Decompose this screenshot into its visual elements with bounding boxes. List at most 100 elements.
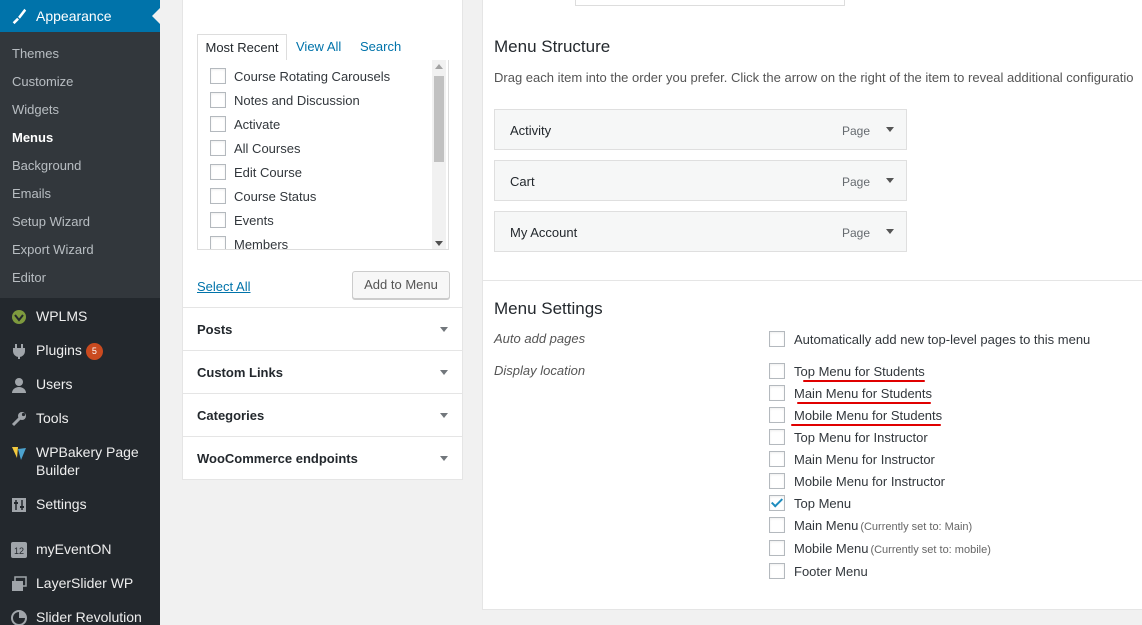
submenu-item-editor[interactable]: Editor [12, 270, 46, 285]
wplms-icon [12, 310, 26, 324]
svg-text:12: 12 [14, 546, 24, 556]
sidebar-item-label: Plugins 5 [36, 341, 103, 360]
submenu-item-setup-wizard[interactable]: Setup Wizard [12, 214, 90, 229]
option-label: Top Menu for Instructor [794, 430, 928, 445]
sidebar-item-label: LayerSlider WP [36, 575, 134, 591]
checkbox[interactable] [210, 212, 226, 228]
menu-settings-heading: Menu Settings [494, 299, 603, 318]
list-item[interactable]: Members [210, 236, 289, 250]
checkbox[interactable] [769, 407, 785, 423]
submenu-item-themes[interactable]: Themes [12, 46, 59, 61]
list-item-label: Members [234, 237, 289, 250]
checkbox[interactable] [769, 385, 785, 401]
tab-search[interactable]: Search [360, 34, 401, 62]
accordion-title: Posts [197, 322, 233, 337]
location-option[interactable]: Top Menu [769, 495, 851, 515]
list-item[interactable]: Course Status [210, 188, 316, 208]
add-to-menu-button[interactable]: Add to Menu [352, 271, 450, 299]
list-item-label: Course Status [234, 189, 317, 204]
menu-name-input[interactable] [575, 0, 845, 6]
accordion-woocommerce-endpoints[interactable]: WooCommerce endpoints [182, 437, 463, 480]
checkbox[interactable] [769, 429, 785, 445]
checkbox[interactable] [769, 540, 785, 556]
select-all-link[interactable]: Select All [197, 279, 250, 294]
location-note: (Currently set to: Main) [860, 521, 973, 533]
scroll-up-icon[interactable] [435, 64, 443, 69]
checkbox[interactable] [769, 363, 785, 379]
users-icon [12, 378, 26, 393]
menu-item-activity[interactable]: Activity Page [494, 109, 907, 150]
scrollbar[interactable] [432, 60, 446, 249]
menu-item-type: Page [841, 124, 870, 138]
checkbox[interactable] [769, 451, 785, 467]
checkbox[interactable] [769, 473, 785, 489]
expand-arrow-icon[interactable] [886, 127, 894, 132]
list-item[interactable]: Activate [210, 116, 280, 136]
checkbox[interactable] [210, 68, 226, 84]
chevron-down-icon [440, 413, 448, 418]
menu-structure-heading: Menu Structure [494, 37, 611, 56]
location-option[interactable]: Main Menu (Currently set to: Main) [769, 517, 972, 537]
admin-sidebar: Appearance Themes Customize Widgets Menu… [0, 0, 160, 625]
list-item[interactable]: Edit Course [210, 164, 302, 184]
expand-arrow-icon[interactable] [886, 229, 894, 234]
calendar-icon: 12 [11, 542, 27, 558]
accordion-posts[interactable]: Posts [182, 308, 463, 351]
sidebar-item-appearance[interactable]: Appearance [0, 0, 160, 32]
accordion-custom-links[interactable]: Custom Links [182, 351, 463, 394]
submenu-item-emails[interactable]: Emails [12, 186, 51, 201]
tools-icon [11, 412, 26, 427]
menu-item-cart[interactable]: Cart Page [494, 160, 907, 201]
checkbox[interactable] [769, 563, 785, 579]
annotation-underline [797, 402, 931, 404]
list-item-label: Activate [234, 117, 281, 132]
submenu-item-export-wizard[interactable]: Export Wizard [12, 242, 94, 257]
list-item[interactable]: Notes and Discussion [210, 92, 360, 112]
location-option[interactable]: Mobile Menu for Instructor [769, 473, 945, 493]
annotation-underline [791, 424, 941, 426]
list-item[interactable]: Events [210, 212, 274, 232]
checkbox[interactable] [210, 92, 226, 108]
list-item-label: Edit Course [234, 165, 302, 180]
checkbox[interactable] [210, 116, 226, 132]
scroll-thumb[interactable] [434, 76, 444, 162]
location-option[interactable]: Mobile Menu (Currently set to: mobile) [769, 540, 991, 560]
accordion-categories[interactable]: Categories [182, 394, 463, 437]
menu-item-title: Cart [510, 174, 535, 189]
menu-item-my-account[interactable]: My Account Page [494, 211, 907, 252]
location-option[interactable]: Footer Menu [769, 563, 868, 583]
option-label: Mobile Menu for Students [794, 408, 943, 423]
chevron-down-icon [440, 370, 448, 375]
checkbox[interactable] [210, 164, 226, 180]
tab-view-all[interactable]: View All [296, 34, 341, 62]
layerslider-icon [12, 576, 27, 591]
tab-most-recent[interactable]: Most Recent [197, 34, 287, 62]
option-label: Automatically add new top-level pages to… [794, 332, 1091, 347]
auto-add-pages-option[interactable]: Automatically add new top-level pages to… [769, 331, 1090, 351]
submenu-item-customize[interactable]: Customize [12, 74, 73, 89]
checkbox-checked[interactable] [769, 495, 785, 511]
option-label: Top Menu [794, 496, 852, 511]
accordion-title: Categories [197, 408, 265, 423]
location-option[interactable]: Top Menu for Instructor [769, 429, 928, 449]
pages-checklist: Course Rotating Carousels Notes and Disc… [197, 60, 449, 250]
expand-arrow-icon[interactable] [886, 178, 894, 183]
menu-item-type: Page [841, 175, 870, 189]
location-note: (Currently set to: mobile) [870, 544, 991, 556]
sidebar-item-label: Tools [36, 410, 69, 426]
submenu-item-widgets[interactable]: Widgets [12, 102, 59, 117]
submenu-item-background[interactable]: Background [12, 158, 81, 173]
sidebar-item-label: WPBakery Page Builder [36, 444, 139, 478]
option-label: Top Menu for Students [794, 364, 925, 379]
list-item[interactable]: Course Rotating Carousels [210, 68, 390, 88]
checkbox[interactable] [210, 236, 226, 249]
scroll-down-icon[interactable] [435, 241, 443, 246]
list-item[interactable]: All Courses [210, 140, 300, 160]
location-option[interactable]: Main Menu for Instructor [769, 451, 935, 471]
submenu-item-menus[interactable]: Menus [12, 130, 53, 145]
checkbox[interactable] [769, 517, 785, 533]
checkbox[interactable] [210, 140, 226, 156]
option-label: Main Menu for Students [794, 386, 933, 401]
checkbox[interactable] [210, 188, 226, 204]
checkbox[interactable] [769, 331, 785, 347]
